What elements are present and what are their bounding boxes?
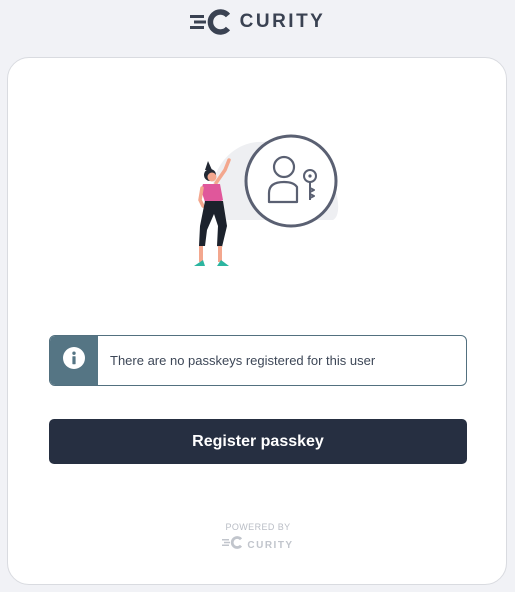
header-logo: CURITY [0,8,515,36]
footer-logo-wordmark: CURITY [247,539,294,551]
powered-by-label: POWERED BY [225,522,291,532]
user-passkey-illustration [183,130,353,280]
footer-logo: CURITY [8,536,508,554]
logo-wordmark: CURITY [239,11,326,32]
powered-by-footer: POWERED BY CURITY [8,522,508,554]
alert-icon-box [50,336,98,385]
info-icon [63,347,85,374]
register-passkey-button[interactable]: Register passkey [49,419,467,464]
curity-logo-icon [189,9,234,35]
no-passkeys-alert: There are no passkeys registered for thi… [49,335,467,386]
alert-message: There are no passkeys registered for thi… [110,353,376,368]
curity-logo-icon [222,536,244,554]
passkey-card: There are no passkeys registered for thi… [7,57,507,585]
